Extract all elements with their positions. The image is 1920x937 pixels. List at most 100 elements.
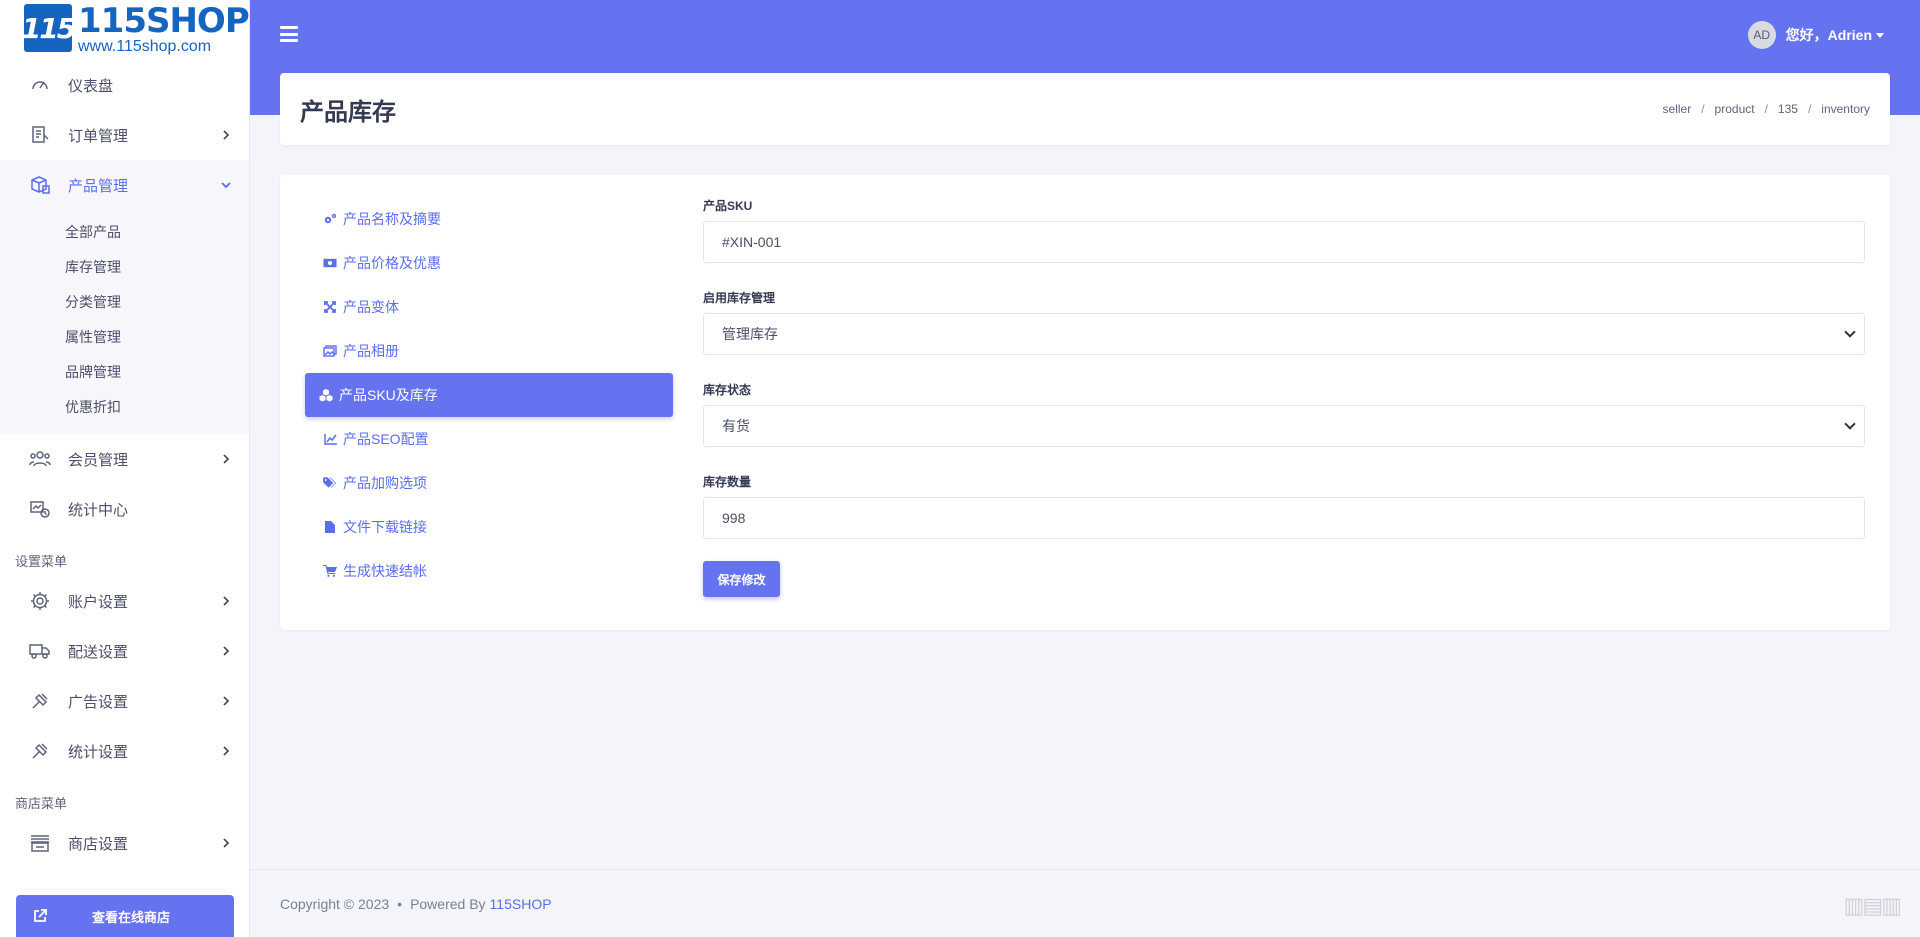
powered-by: Powered By (410, 895, 486, 912)
stock-quantity-label: 库存数量 (703, 475, 752, 489)
cogs-icon (323, 212, 337, 226)
chevron-down-icon (1844, 326, 1856, 338)
manage-inventory-select[interactable]: 管理库存 (703, 313, 1865, 355)
submenu-item-attributes[interactable]: 属性管理 (0, 319, 249, 354)
caret-down-icon (1876, 32, 1884, 38)
user-menu[interactable]: AD 您好， Adrien (1747, 21, 1884, 49)
cubes-icon (319, 388, 333, 402)
breadcrumb-item[interactable]: product (1715, 102, 1755, 116)
chevron-right-icon (219, 836, 233, 850)
sidebar-item-products[interactable]: 产品管理 (0, 160, 249, 210)
breadcrumb-separator: / (1764, 102, 1768, 116)
sidebar-item-dashboard[interactable]: 仪表盘 (0, 60, 249, 110)
sidebar-item-label: 商店设置 (68, 835, 129, 853)
chevron-down-icon (219, 178, 233, 192)
tab-name-summary[interactable]: 产品名称及摘要 (305, 197, 673, 241)
tab-label: 产品价格及优惠 (343, 255, 441, 271)
avatar: AD (1747, 21, 1776, 49)
tab-seo[interactable]: 产品SEO配置 (305, 417, 673, 461)
expand-icon (323, 300, 337, 314)
breadcrumb: seller / product / 135 / inventory (1663, 102, 1870, 116)
product-submenu: 全部产品 库存管理 分类管理 属性管理 品牌管理 优惠折扣 (0, 210, 249, 434)
submenu-item-all-products[interactable]: 全部产品 (0, 214, 249, 249)
breadcrumb-separator: / (1701, 102, 1705, 116)
money-icon (323, 256, 337, 270)
stock-quantity-input[interactable]: 998 (703, 497, 1865, 539)
chevron-down-icon (1844, 418, 1856, 430)
sidebar-item-label: 统计设置 (68, 743, 129, 761)
copyright: Copyright © 2023 (280, 895, 390, 912)
inventory-form: 产品SKU #XIN-001 启用库存管理 管理库存 库存状态 有货 库存数量 … (703, 197, 1865, 597)
logo[interactable]: 115 115SHOP www.115shop.com (0, 0, 249, 60)
wrench-icon (28, 689, 52, 713)
tab-label: 产品SKU及库存 (339, 387, 438, 403)
sidebar-item-shipping-settings[interactable]: 配送设置 (0, 626, 249, 676)
tab-quick-checkout[interactable]: 生成快速结帐 (305, 549, 673, 593)
footer-separator: • (397, 895, 403, 912)
sidebar-item-label: 订单管理 (68, 127, 129, 145)
chevron-right-icon (219, 452, 233, 466)
breadcrumb-item[interactable]: seller (1663, 102, 1692, 116)
submenu-item-discounts[interactable]: 优惠折扣 (0, 389, 249, 424)
inventory-card: 产品名称及摘要 产品价格及优惠 产品变体 产品相册 产品SKU及库存 产品SEO… (280, 175, 1890, 630)
sidebar-item-orders[interactable]: 订单管理 (0, 110, 249, 160)
username: Adrien (1827, 27, 1872, 43)
sidebar-item-stats[interactable]: 统计中心 (0, 484, 249, 534)
stock-status-label: 库存状态 (703, 383, 752, 397)
sku-value: #XIN-001 (722, 234, 782, 250)
tab-label: 产品名称及摘要 (343, 211, 441, 227)
greeting: 您好， (1785, 27, 1828, 43)
order-list-icon (28, 123, 52, 147)
sidebar: 115 115SHOP www.115shop.com 仪表盘 订单管理 产品管… (0, 0, 250, 937)
sidebar-item-account-settings[interactable]: 账户设置 (0, 576, 249, 626)
menu-toggle-icon[interactable] (280, 26, 298, 42)
tab-label: 产品相册 (343, 343, 399, 359)
breadcrumb-item[interactable]: 135 (1778, 102, 1798, 116)
tags-icon (323, 476, 337, 490)
tab-gallery[interactable]: 产品相册 (305, 329, 673, 373)
external-link-icon (30, 906, 50, 926)
tab-download-links[interactable]: 文件下载链接 (305, 505, 673, 549)
sidebar-item-label: 配送设置 (68, 643, 129, 661)
sidebar-item-members[interactable]: 会员管理 (0, 434, 249, 484)
tab-price-discount[interactable]: 产品价格及优惠 (305, 241, 673, 285)
tab-addon-options[interactable]: 产品加购选项 (305, 461, 673, 505)
sidebar-item-stats-settings[interactable]: 统计设置 (0, 726, 249, 776)
chart-line-icon (323, 432, 337, 446)
sku-input[interactable]: #XIN-001 (703, 221, 1865, 263)
sidebar-item-label: 账户设置 (68, 593, 129, 611)
tab-variants[interactable]: 产品变体 (305, 285, 673, 329)
chevron-right-icon (219, 128, 233, 142)
sidebar-item-label: 产品管理 (68, 177, 129, 195)
store-button-label: 查看在线商店 (92, 909, 171, 925)
chevron-right-icon (219, 694, 233, 708)
settings-section-title: 设置菜单 (15, 554, 68, 569)
tab-label: 生成快速结帐 (343, 563, 427, 579)
stock-status-value: 有货 (722, 418, 750, 434)
breadcrumb-separator: / (1807, 102, 1812, 116)
tab-label: 产品SEO配置 (343, 431, 429, 447)
chevron-right-icon (219, 644, 233, 658)
sidebar-item-ad-settings[interactable]: 广告设置 (0, 676, 249, 726)
product-box-icon (28, 173, 52, 197)
tab-sku-inventory[interactable]: 产品SKU及库存 (305, 373, 673, 417)
sku-label: 产品SKU (703, 199, 753, 213)
footer-brand-link[interactable]: 115SHOP (490, 896, 552, 912)
footer: Copyright © 2023 • Powered By 115SHOP (250, 869, 1920, 937)
stats-icon (28, 497, 52, 521)
logo-name: 115SHOP (78, 1, 249, 41)
sidebar-item-label: 统计中心 (68, 501, 129, 519)
submenu-item-inventory[interactable]: 库存管理 (0, 249, 249, 284)
sidebar-item-label: 会员管理 (68, 451, 129, 469)
store-section-title: 商店菜单 (15, 796, 68, 811)
product-edit-tabs: 产品名称及摘要 产品价格及优惠 产品变体 产品相册 产品SKU及库存 产品SEO… (305, 197, 673, 593)
view-online-store-button[interactable]: 查看在线商店 (16, 895, 234, 937)
stock-status-select[interactable]: 有货 (703, 405, 1865, 447)
truck-icon (28, 639, 52, 663)
submenu-item-categories[interactable]: 分类管理 (0, 284, 249, 319)
sidebar-item-store-settings[interactable]: 商店设置 (0, 818, 249, 868)
wrench-icon (28, 739, 52, 763)
save-button[interactable]: 保存修改 (703, 561, 780, 597)
chevron-right-icon (219, 744, 233, 758)
submenu-item-brands[interactable]: 品牌管理 (0, 354, 249, 389)
